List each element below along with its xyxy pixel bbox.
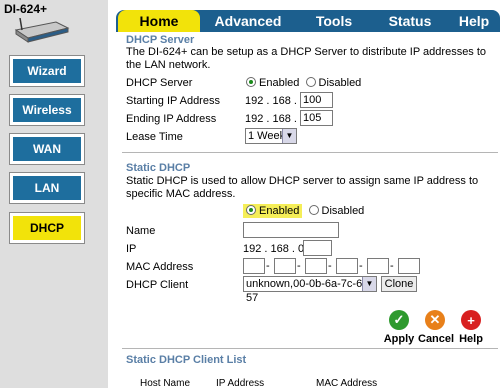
section-divider [122,152,498,153]
name-label: Name [126,225,156,237]
cancel-label: Cancel [418,333,455,345]
help-label: Help [459,333,483,345]
tab-tools[interactable]: Tools [296,10,372,32]
starting-ip-input[interactable]: 100 [300,92,333,108]
tab-bar: Home Advanced Tools Status Help [116,6,500,32]
dhcp-enabled-label: Enabled [259,77,300,89]
mac-field-6[interactable] [398,258,420,274]
mac-field-5[interactable] [367,258,389,274]
dhcp-server-label: DHCP Server [126,77,193,89]
client-list-header: Host Name IP Address MAC Address [126,378,492,388]
lease-time-select[interactable]: 1 Week ▼ [245,128,297,144]
nav-lan-button[interactable]: LAN [9,172,85,204]
tab-help[interactable]: Help [448,10,500,32]
dhcp-client-select[interactable]: unknown,00-0b-6a-7c-65-57 ▼ [243,276,377,304]
apply-label: Apply [383,333,415,345]
help-button[interactable]: + Help [454,310,488,345]
static-dhcp-description: Static DHCP is used to allow DHCP server… [126,175,479,200]
ending-ip-label: Ending IP Address [126,113,217,125]
ip-label: IP [126,243,137,255]
plus-icon: + [461,310,481,330]
mac-separator: - [266,260,270,272]
dhcp-enabled-radio[interactable] [246,77,256,87]
col-ip-address: IP Address [216,378,265,388]
static-enabled-label: Enabled [259,205,300,217]
static-ip-input[interactable] [303,240,332,256]
col-host-name: Host Name [140,378,191,388]
mac-field-2[interactable] [274,258,296,274]
mac-field-1[interactable] [243,258,265,274]
lease-time-label: Lease Time [126,131,183,143]
section-divider [122,348,498,349]
checkmark-icon: ✓ [389,310,409,330]
dhcp-client-label: DHCP Client [126,279,189,291]
client-list-title: Static DHCP Client List [126,354,247,366]
sidebar: DI-624+ Wizard Wireless WAN LAN DHCP [0,0,112,388]
starting-ip-label: Starting IP Address [126,95,220,107]
dhcp-disabled-label: Disabled [318,77,362,89]
static-disabled-radio[interactable] [308,205,319,215]
cancel-x-icon: ✕ [425,310,445,330]
static-enabled-radio[interactable] [246,205,256,215]
nav-wizard-button[interactable]: Wizard [9,55,85,87]
router-icon [14,18,70,43]
chevron-down-icon: ▼ [282,129,296,143]
static-disabled-label: Disabled [321,205,365,217]
nav-wan-button[interactable]: WAN [9,133,85,165]
chevron-down-icon: ▼ [362,277,376,291]
ending-ip-input[interactable]: 105 [300,110,333,126]
dhcp-server-radio-group: Enabled Disabled [246,77,361,89]
mac-separator: - [390,260,394,272]
static-dhcp-title: Static DHCP [126,162,191,174]
static-name-input[interactable] [243,222,339,238]
col-mac-address: MAC Address [316,378,378,388]
mac-separator: - [359,260,363,272]
dhcp-server-title: DHCP Server [126,34,195,46]
static-dhcp-radio-group: Enabled Disabled [243,204,365,218]
nav-dhcp-button[interactable]: DHCP [9,212,85,244]
mac-address-label: MAC Address [126,261,194,273]
mac-separator: - [297,260,301,272]
main-content: DHCP Server The DI-624+ can be setup as … [116,32,500,388]
tab-status[interactable]: Status [372,10,448,32]
static-enabled-highlight: Enabled [243,204,303,218]
cancel-button[interactable]: ✕ Cancel [418,310,455,345]
clone-button[interactable]: Clone [381,276,417,292]
tab-advanced[interactable]: Advanced [200,10,296,32]
apply-button[interactable]: ✓ Apply [382,310,416,345]
mac-field-4[interactable] [336,258,358,274]
dhcp-server-description: The DI-624+ can be setup as a DHCP Serve… [126,46,487,71]
model-name: DI-624+ [4,2,48,16]
nav-wireless-button[interactable]: Wireless [9,94,85,126]
mac-field-3[interactable] [305,258,327,274]
dhcp-client-value: unknown,00-0b-6a-7c-65-57 [246,278,372,304]
static-ip-prefix: 192 . 168 . 0 . [243,243,311,255]
tab-home[interactable]: Home [118,10,200,32]
mac-separator: - [328,260,332,272]
lease-time-value: 1 Week [248,130,286,142]
dhcp-disabled-radio[interactable] [305,77,316,87]
